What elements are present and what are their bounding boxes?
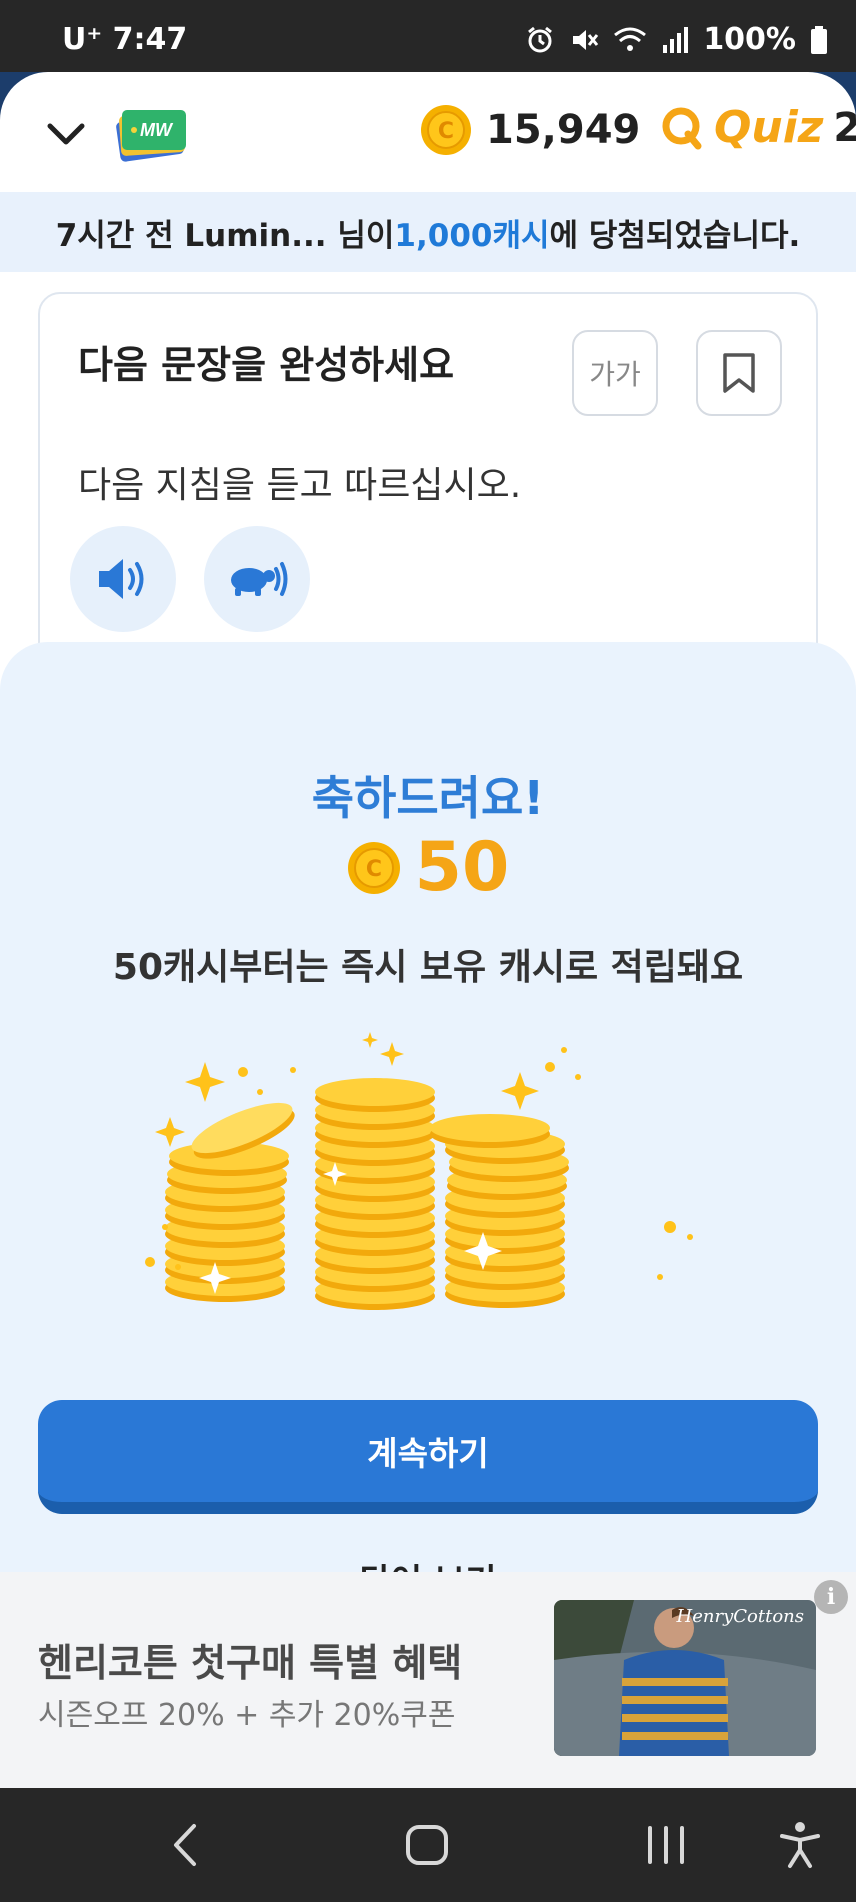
carrier-label: U⁺ — [62, 22, 103, 57]
ad-brand-label: HenryCottons — [676, 1606, 804, 1627]
battery-percent: 100% — [703, 22, 796, 57]
chevron-down-icon[interactable] — [44, 112, 88, 156]
quiz-count: 2 — [833, 104, 856, 151]
font-size-button[interactable]: 가가 — [572, 330, 658, 416]
quiz-logo-icon — [662, 107, 702, 149]
coin-amount: 15,949 — [486, 107, 641, 153]
svg-text:C: C — [438, 119, 454, 144]
congrats-title: 축하드려요! — [311, 771, 545, 825]
ad-image[interactable]: HenryCottons — [554, 1600, 816, 1756]
reward-sheet: 축하드려요! C 50 50캐시부터는 즉시 보유 캐시로 적립돼요 계속하기 — [0, 642, 856, 1602]
quiz-label: Quiz — [714, 102, 824, 153]
status-time: U⁺ 7:47 — [62, 22, 187, 57]
winner-banner: 7시간 전 Lumin... 님이 1,000캐시 에 당첨되었습니다. — [0, 192, 856, 272]
app-logo-icon: MW — [116, 110, 186, 162]
mute-icon — [573, 29, 599, 50]
wifi-icon — [614, 27, 647, 51]
system-nav-bar — [0, 1788, 856, 1902]
banner-suffix: 에 당첨되었습니다. — [549, 217, 801, 254]
back-icon[interactable] — [168, 1818, 204, 1872]
continue-button[interactable]: 계속하기 — [38, 1400, 818, 1514]
svg-text:MW: MW — [140, 120, 174, 140]
question-title: 다음 문장을 완성하세요 — [78, 343, 455, 387]
reward-amount: 50 — [414, 828, 510, 907]
quiz-counter[interactable]: Quiz 2 — [660, 102, 856, 153]
accessibility-icon[interactable] — [776, 1818, 824, 1872]
bookmark-icon — [723, 353, 755, 393]
alarm-icon — [528, 26, 553, 52]
coin-stacks-illustration — [145, 1032, 693, 1310]
cash-coin-icon: C — [347, 841, 400, 894]
play-audio-button[interactable] — [70, 526, 176, 632]
status-icons: 100% — [525, 22, 828, 57]
speaker-icon — [99, 559, 144, 599]
battery-icon — [811, 25, 827, 54]
bookmark-button[interactable] — [696, 330, 782, 416]
turtle-speaker-icon — [231, 562, 288, 596]
play-slow-audio-button[interactable] — [204, 526, 310, 632]
question-instruction: 다음 지침을 듣고 따르십시오. — [78, 465, 522, 506]
ad-subtitle: 시즌오프 20% + 추가 20%쿠폰 — [38, 1698, 456, 1733]
cash-coin-icon: C — [421, 105, 471, 155]
svg-text:C: C — [366, 857, 382, 882]
recent-apps-icon[interactable] — [644, 1818, 688, 1872]
signal-icon — [663, 26, 689, 53]
app-window: MW C 15,949 Quiz 2 7시간 전 Lumin... 님이 1,0… — [0, 72, 856, 1788]
banner-highlight: 1,000캐시 — [394, 217, 550, 254]
top-bar: MW C 15,949 Quiz 2 — [0, 72, 856, 192]
clock: 7:47 — [112, 22, 188, 57]
reward-message: 50캐시부터는 즉시 보유 캐시로 적립돼요 — [112, 947, 744, 988]
ad-title: 헨리코튼 첫구매 특별 혜택 — [38, 1641, 463, 1685]
reward-amount-row: C 50 — [0, 828, 856, 907]
home-icon[interactable] — [402, 1818, 454, 1872]
info-icon[interactable]: i — [814, 1580, 848, 1614]
banner-prefix: 7시간 전 Lumin... 님이 — [55, 217, 395, 254]
ad-banner[interactable]: 헨리코튼 첫구매 특별 혜택 시즌오프 20% + 추가 20%쿠폰 Henry… — [0, 1572, 856, 1788]
coin-balance[interactable]: C 15,949 — [420, 104, 640, 156]
